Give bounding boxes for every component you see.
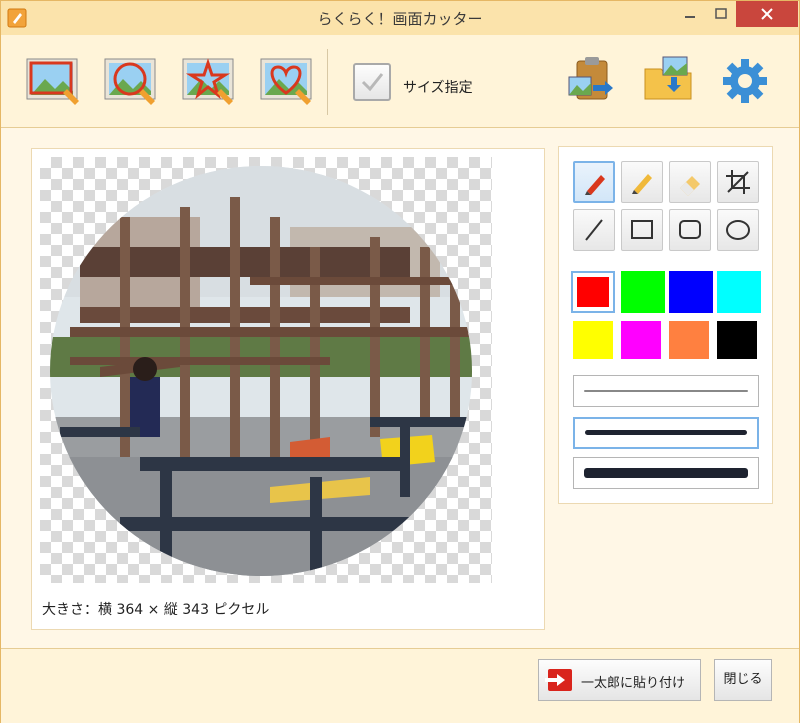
toolbar: サイズ指定 bbox=[1, 35, 799, 128]
swatch-fill bbox=[669, 271, 713, 313]
highlighter-tool-button[interactable] bbox=[621, 161, 663, 203]
title-bar: らくらく！画面カッター bbox=[1, 1, 799, 35]
ellipse-icon bbox=[726, 220, 750, 240]
checkmark-icon bbox=[361, 73, 384, 92]
preview-panel: 大きさ：横 364 × 縦 343 ピクセル bbox=[31, 148, 545, 630]
swatch-fill bbox=[573, 321, 613, 359]
size-spec-label: サイズ指定 bbox=[403, 80, 473, 96]
maximize-icon bbox=[715, 8, 727, 19]
heart-capture-button[interactable] bbox=[259, 55, 317, 107]
color-swatch-black[interactable] bbox=[717, 321, 757, 359]
rectangle-capture-icon bbox=[26, 58, 79, 105]
rectangle-icon bbox=[631, 220, 653, 239]
close-icon bbox=[761, 8, 773, 20]
swatch-fill bbox=[717, 321, 757, 359]
close-window-button[interactable] bbox=[736, 1, 798, 27]
line-width-thick-sample bbox=[584, 468, 748, 478]
eraser-icon bbox=[680, 176, 700, 196]
line-width-medium-sample bbox=[585, 430, 747, 435]
clipboard-paste-icon bbox=[568, 57, 613, 100]
clipboard-paste-button[interactable] bbox=[563, 51, 621, 103]
color-swatch-red[interactable] bbox=[571, 271, 615, 313]
line-width-thin-button[interactable] bbox=[573, 375, 759, 407]
captured-image-canvas[interactable] bbox=[40, 157, 492, 583]
save-folder-button[interactable] bbox=[641, 51, 699, 103]
line-tool-button[interactable] bbox=[573, 209, 615, 251]
color-swatch-orange[interactable] bbox=[669, 321, 709, 359]
content-area: 大きさ：横 364 × 縦 343 ピクセル bbox=[1, 128, 799, 648]
swatch-fill bbox=[621, 321, 661, 359]
minimize-button[interactable] bbox=[673, 1, 707, 27]
pen-tool-button[interactable] bbox=[573, 161, 615, 203]
bottom-bar: 一太郎に貼り付け 閉じる bbox=[1, 648, 799, 723]
swatch-fill bbox=[621, 271, 665, 313]
gear-icon bbox=[723, 59, 767, 103]
swatch-fill bbox=[717, 271, 761, 313]
close-button[interactable]: 閉じる bbox=[714, 659, 772, 701]
line-width-medium-button[interactable] bbox=[573, 417, 759, 449]
color-swatch-magenta[interactable] bbox=[621, 321, 661, 359]
maximize-button[interactable] bbox=[707, 1, 735, 27]
crop-tool-button[interactable] bbox=[717, 161, 759, 203]
color-swatch-green[interactable] bbox=[621, 271, 665, 313]
eraser-tool-button[interactable] bbox=[669, 161, 711, 203]
line-width-thin-sample bbox=[584, 390, 748, 392]
swatch-fill bbox=[577, 277, 609, 307]
color-swatch-blue[interactable] bbox=[669, 271, 713, 313]
star-capture-button[interactable] bbox=[181, 55, 239, 107]
line-width-thick-button[interactable] bbox=[573, 457, 759, 489]
highlighter-icon bbox=[632, 174, 652, 194]
paste-button-label: 一太郎に貼り付け bbox=[581, 676, 686, 691]
image-size-label: 大きさ：横 364 × 縦 343 ピクセル bbox=[42, 602, 270, 618]
captured-image bbox=[50, 166, 472, 576]
rect-capture-button[interactable] bbox=[25, 55, 83, 107]
crop-icon bbox=[726, 170, 750, 194]
circle-capture-icon bbox=[104, 58, 156, 105]
color-swatch-cyan[interactable] bbox=[717, 271, 761, 313]
line-icon bbox=[585, 219, 603, 241]
settings-button[interactable] bbox=[719, 51, 777, 103]
toolbar-separator bbox=[327, 49, 328, 115]
paste-to-ichitaro-button[interactable]: 一太郎に貼り付け bbox=[538, 659, 701, 701]
minimize-icon bbox=[685, 16, 695, 18]
size-spec-checkbox[interactable] bbox=[353, 63, 391, 101]
rectangle-tool-button[interactable] bbox=[621, 209, 663, 251]
ichitaro-paste-icon bbox=[545, 669, 572, 691]
rounded-rectangle-icon bbox=[679, 220, 701, 239]
rounded-rectangle-tool-button[interactable] bbox=[669, 209, 711, 251]
pen-icon bbox=[585, 175, 605, 195]
swatch-fill bbox=[669, 321, 709, 359]
circle-capture-button[interactable] bbox=[103, 55, 161, 107]
app-window: らくらく！画面カッター サイズ指定 大きさ：横 364 × 縦 343 ピクセル… bbox=[0, 0, 800, 723]
color-swatch-yellow[interactable] bbox=[573, 321, 613, 359]
drawing-tool-panel bbox=[558, 146, 773, 504]
heart-capture-icon bbox=[260, 58, 312, 105]
save-folder-icon bbox=[644, 56, 692, 100]
star-capture-icon bbox=[182, 58, 234, 105]
ellipse-tool-button[interactable] bbox=[717, 209, 759, 251]
